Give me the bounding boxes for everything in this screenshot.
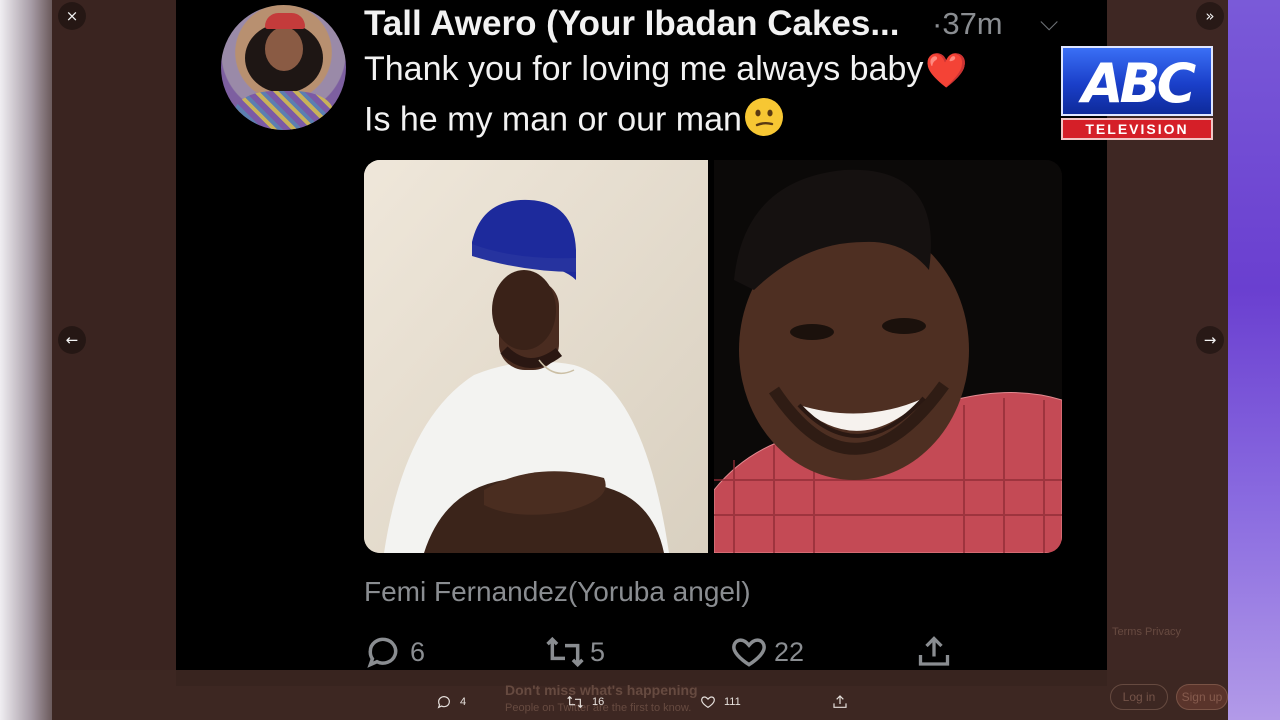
logo-text: ABC (1081, 52, 1197, 115)
tweet-text-line-2: Is he my man or our man (364, 97, 784, 146)
like-count: 22 (774, 636, 805, 667)
author-name[interactable]: Tall Awero (Your Ibadan Cakes... (364, 4, 900, 44)
bg-like-count: 111 (724, 696, 741, 708)
chevron-down-icon[interactable]: ⌵ (1040, 8, 1058, 36)
bg-retweet-button[interactable]: 16 (566, 694, 604, 710)
tweet-card: Tall Awero (Your Ibadan Cakes... ·37m ⌵ … (176, 0, 1107, 686)
retweet-count: 5 (590, 636, 606, 667)
share-icon (918, 636, 950, 666)
reply-count: 6 (410, 636, 426, 667)
like-button[interactable]: 22 (730, 630, 804, 674)
photo-left[interactable] (364, 160, 708, 553)
tweet-actions: 6 5 22 (364, 630, 1084, 674)
tweet-media-grid[interactable] (364, 160, 1062, 553)
reply-button[interactable]: 6 (364, 630, 425, 674)
bg-share-button[interactable] (832, 694, 848, 710)
retweet-button[interactable]: 5 (544, 630, 605, 674)
red-heart-emoji-icon: ❤️ (925, 51, 968, 92)
tweet-text-1: Thank you for loving me always baby (364, 50, 924, 88)
bg-like-button[interactable]: 111 (700, 694, 741, 710)
signup-button[interactable]: Sign up (1176, 684, 1228, 710)
bg-reply-button[interactable]: 4 (436, 694, 466, 710)
left-edge-glow (0, 0, 52, 720)
avatar[interactable] (221, 5, 346, 130)
quoted-tweet-author[interactable]: Femi Fernandez(Yoruba angel) (364, 576, 751, 608)
abc-television-logo: ABC TELEVISION (1061, 46, 1213, 142)
close-icon[interactable]: × (58, 2, 86, 30)
logo-subtext: TELEVISION (1061, 118, 1213, 140)
share-icon (833, 695, 847, 708)
heart-icon (701, 696, 715, 709)
share-button[interactable] (916, 630, 952, 674)
bg-reply-count: 4 (460, 696, 467, 708)
reply-icon (437, 696, 450, 709)
tweet-text-line-1: Thank you for loving me always baby❤️ (364, 50, 968, 89)
heart-icon (732, 638, 766, 667)
right-edge-glow (1228, 0, 1280, 720)
login-button[interactable]: Log in (1110, 684, 1168, 710)
photo-right[interactable] (714, 160, 1062, 553)
reply-icon (367, 637, 398, 668)
tweet-time[interactable]: ·37m (932, 6, 1003, 42)
bg-retweet-count: 16 (592, 696, 605, 708)
next-arrow-icon[interactable]: → (1196, 326, 1224, 354)
ghost-side-links: Terms Privacy (1112, 626, 1182, 638)
tweet-text-2: Is he my man or our man (364, 100, 742, 139)
collapse-panel-icon[interactable]: » (1196, 2, 1224, 30)
confused-face-emoji-icon (744, 97, 784, 146)
previous-arrow-icon[interactable]: ← (58, 326, 86, 354)
retweet-icon (546, 636, 584, 668)
retweet-icon (567, 695, 583, 709)
